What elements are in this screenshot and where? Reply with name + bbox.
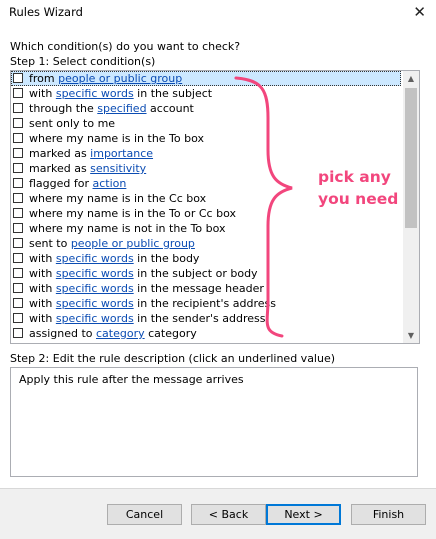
brace-path [234, 76, 293, 338]
annotation-line2: you need [318, 190, 399, 208]
annotation-brace [234, 76, 293, 338]
annotation-line1: pick any [318, 168, 391, 186]
